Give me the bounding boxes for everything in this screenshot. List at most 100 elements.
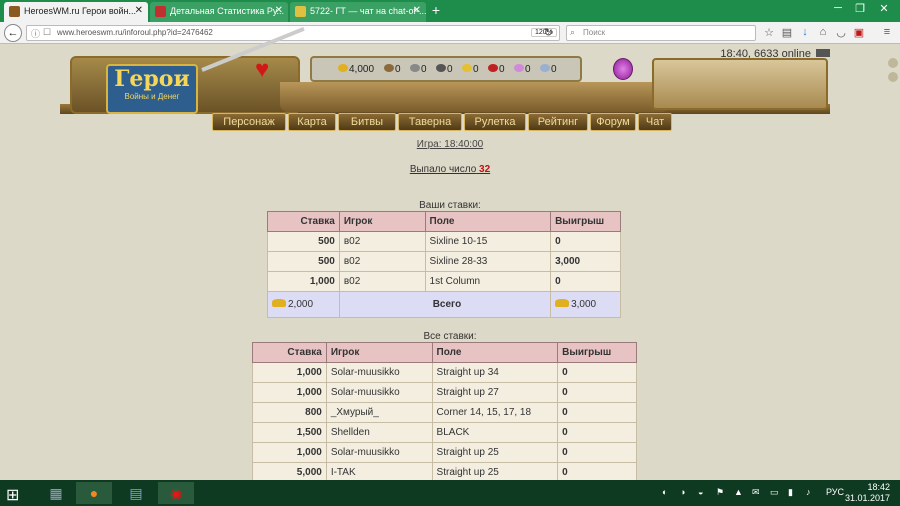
taskbar-clock[interactable]: 18:42 31.01.2017 bbox=[845, 482, 890, 504]
search-input[interactable]: ⌕ Поиск bbox=[566, 25, 756, 41]
player-cell: в02 bbox=[338, 271, 426, 292]
menu-item-tavern[interactable]: Таверна bbox=[398, 113, 462, 131]
player-cell[interactable]: Shellden bbox=[325, 422, 433, 443]
player-cell[interactable]: Solar-muusikko bbox=[325, 442, 433, 463]
menu-item-roulette[interactable]: Рулетка bbox=[464, 113, 526, 131]
file-explorer-icon[interactable]: ▦ bbox=[38, 482, 74, 504]
tray-flag-icon[interactable]: ⚑ bbox=[716, 487, 724, 498]
tab-title: Детальная Статистика Ру... bbox=[170, 6, 284, 16]
tray-update-icon[interactable]: ▲ bbox=[734, 487, 743, 497]
table-row: 1,000 в02 1st Column 0 bbox=[267, 271, 621, 292]
table-row: 800 _Хмурый_ Corner 14, 15, 17, 18 0 bbox=[252, 402, 637, 423]
star-icon[interactable]: ☆ bbox=[762, 26, 776, 39]
menu-item-forum[interactable]: Форум bbox=[590, 113, 636, 131]
sulfur-icon bbox=[462, 64, 472, 72]
bet-cell: 1,000 bbox=[252, 382, 327, 403]
minimize-button[interactable]: ─ bbox=[828, 2, 848, 14]
browser-tab-bar: HeroesWM.ru Герои войн... ✕ Детальная Ст… bbox=[0, 0, 900, 22]
hamburger-menu-icon[interactable]: ≡ bbox=[880, 26, 894, 38]
total-bet-cell: 2,000 bbox=[267, 291, 340, 318]
table-header-row: Ставка Игрок Поле Выигрыш bbox=[267, 211, 621, 232]
resource-gold: 4,000 bbox=[338, 64, 374, 75]
column-header-player: Игрок bbox=[325, 342, 433, 363]
shield-icon[interactable]: ▣ bbox=[852, 26, 866, 39]
record-icon[interactable]: ◉ bbox=[158, 482, 194, 504]
win-cell: 0 bbox=[550, 231, 621, 252]
menu-item-battles[interactable]: Битвы bbox=[338, 113, 396, 131]
close-window-button[interactable]: ✕ bbox=[874, 2, 894, 15]
tab-statistics[interactable]: Детальная Статистика Ру... ✕ bbox=[150, 2, 288, 22]
home-icon[interactable]: ⌂ bbox=[816, 26, 830, 38]
field-cell: 1st Column bbox=[424, 271, 552, 292]
new-tab-button[interactable]: + bbox=[428, 2, 444, 18]
tab-chat[interactable]: 5722- ГТ — чат на chat-of-... ✕ bbox=[290, 2, 426, 22]
bet-cell: 1,500 bbox=[252, 422, 327, 443]
menu-item-chat[interactable]: Чат bbox=[638, 113, 672, 131]
reading-list-icon[interactable]: ▤ bbox=[780, 26, 794, 39]
windows-start-icon[interactable]: ⊞ bbox=[6, 485, 19, 505]
menu-item-map[interactable]: Карта bbox=[288, 113, 336, 131]
pocket-icon[interactable]: ◡ bbox=[834, 26, 848, 39]
firefox-icon[interactable]: ● bbox=[76, 482, 112, 504]
tray-shield-icon[interactable]: ◑ bbox=[680, 487, 685, 497]
win-cell: 0 bbox=[557, 362, 637, 383]
search-icon: ⌕ bbox=[570, 27, 576, 37]
field-cell: Sixline 10-15 bbox=[424, 231, 552, 252]
resource-diamonds: 0 bbox=[540, 64, 557, 75]
tray-volume-icon[interactable]: ♪ bbox=[806, 487, 811, 497]
rolled-label: Выпало число bbox=[409, 164, 477, 175]
player-cell: в02 bbox=[338, 251, 426, 272]
bet-cell: 1,000 bbox=[252, 442, 327, 463]
game-time-link[interactable]: Игра: 18:40:00 bbox=[0, 139, 900, 150]
tray-battery-icon[interactable]: ▭ bbox=[770, 487, 779, 498]
scroll-down-icon[interactable] bbox=[888, 72, 898, 82]
site-favicon-icon bbox=[9, 6, 20, 17]
player-cell[interactable]: _Хмурый_ bbox=[325, 402, 433, 423]
tracking-icon[interactable]: ☐ bbox=[43, 27, 51, 38]
browser-nav-bar: ← ⓘ ☐ www.heroeswm.ru/inforoul.php?id=24… bbox=[0, 22, 900, 44]
menu-item-rating[interactable]: Рейтинг bbox=[528, 113, 588, 131]
mana-potion-icon[interactable] bbox=[613, 58, 633, 80]
back-button[interactable]: ← bbox=[4, 24, 22, 42]
tray-network-icon[interactable]: ◒ bbox=[698, 487, 703, 497]
info-icon[interactable]: ⓘ bbox=[31, 27, 40, 40]
tray-chat-icon[interactable]: ✉ bbox=[752, 487, 760, 498]
game-logo[interactable]: Герои Войны и Денег bbox=[106, 64, 198, 114]
your-bets-table: Ставка Игрок Поле Выигрыш 500 в02 Sixlin… bbox=[267, 211, 621, 318]
table-row: 1,000 Solar-muusikko Straight up 34 0 bbox=[252, 362, 637, 383]
tab-title: HeroesWM.ru Герои войн... bbox=[24, 6, 137, 16]
total-win-cell: 3,000 bbox=[550, 291, 621, 318]
menu-item-character[interactable]: Персонаж bbox=[212, 113, 286, 131]
maximize-button[interactable]: ❐ bbox=[850, 2, 870, 15]
close-icon[interactable]: ✕ bbox=[275, 5, 283, 16]
column-header-bet: Ставка bbox=[252, 342, 327, 363]
health-heart-icon[interactable]: ♥ bbox=[255, 56, 269, 84]
scroll-up-icon[interactable] bbox=[888, 58, 898, 68]
crystal-icon bbox=[488, 64, 498, 72]
wood-icon bbox=[384, 64, 394, 72]
tray-app-icon[interactable]: ◐ bbox=[662, 487, 667, 497]
win-cell: 0 bbox=[557, 382, 637, 403]
bet-cell: 1,000 bbox=[267, 271, 340, 292]
field-cell: BLACK bbox=[431, 422, 559, 443]
reload-icon[interactable]: ↻ bbox=[544, 26, 553, 39]
player-cell[interactable]: Solar-muusikko bbox=[325, 382, 433, 403]
close-icon[interactable]: ✕ bbox=[135, 5, 143, 16]
table-header-row: Ставка Игрок Поле Выигрыш bbox=[252, 342, 637, 363]
tab-heroeswm[interactable]: HeroesWM.ru Герои войн... ✕ bbox=[4, 2, 148, 22]
ore-icon bbox=[410, 64, 420, 72]
close-icon[interactable]: ✕ bbox=[413, 5, 421, 16]
document-icon[interactable]: ▤ bbox=[118, 482, 154, 504]
your-bets-title: Ваши ставки: bbox=[419, 200, 481, 211]
player-cell[interactable]: Solar-muusikko bbox=[325, 362, 433, 383]
total-label: Всего bbox=[338, 291, 552, 318]
rolled-number: 32 bbox=[479, 164, 491, 175]
site-favicon-icon bbox=[155, 6, 166, 17]
resource-sulfur: 0 bbox=[462, 64, 479, 75]
tray-language[interactable]: РУС bbox=[826, 487, 844, 497]
resource-bar: 4,000 0 0 0 0 0 0 0 bbox=[310, 56, 582, 82]
logo-subtitle: Войны и Денег bbox=[124, 92, 180, 101]
tray-signal-icon[interactable]: ▮ bbox=[788, 487, 793, 498]
clock-date: 31.01.2017 bbox=[844, 493, 890, 503]
download-icon[interactable]: ↓ bbox=[798, 26, 812, 38]
